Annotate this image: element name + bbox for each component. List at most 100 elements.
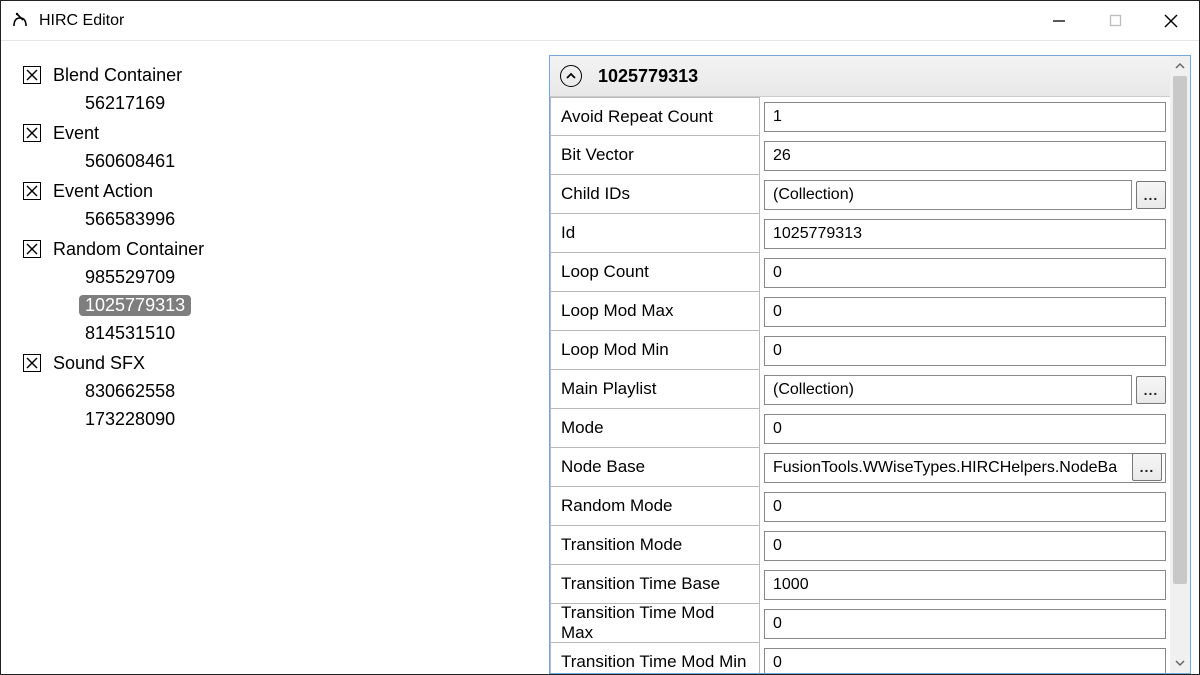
property-row: Loop Mod Max xyxy=(550,292,1170,331)
tree-group: Sound SFX 830662558 173228090 xyxy=(23,349,549,433)
property-row: Transition Mode xyxy=(550,526,1170,565)
property-value-input[interactable] xyxy=(764,297,1166,327)
scroll-down-icon[interactable] xyxy=(1170,653,1190,673)
collapse-icon[interactable] xyxy=(23,124,41,142)
property-label: Transition Mode xyxy=(550,526,760,565)
collapse-icon[interactable] xyxy=(23,66,41,84)
tree-item[interactable]: 566583996 xyxy=(23,205,549,233)
maximize-button[interactable] xyxy=(1087,1,1143,41)
property-label: Transition Time Mod Min xyxy=(550,643,760,673)
property-value-cell xyxy=(760,331,1170,370)
browse-button[interactable]: ... xyxy=(1136,181,1166,209)
vertical-scrollbar[interactable] xyxy=(1170,56,1190,673)
property-label: Child IDs xyxy=(550,175,760,214)
tree-item[interactable]: 830662558 xyxy=(23,377,549,405)
property-row: Loop Count xyxy=(550,253,1170,292)
collapse-icon[interactable] xyxy=(23,182,41,200)
property-value-input[interactable] xyxy=(764,648,1166,673)
property-value-cell xyxy=(760,565,1170,604)
property-panel: 1025779313 Avoid Repeat CountBit VectorC… xyxy=(549,55,1191,674)
property-value-cell xyxy=(760,97,1170,136)
property-label: Id xyxy=(550,214,760,253)
property-row: Avoid Repeat Count xyxy=(550,97,1170,136)
browse-button[interactable]: ... xyxy=(1136,376,1166,404)
property-label: Transition Time Mod Max xyxy=(550,604,760,643)
property-header[interactable]: 1025779313 xyxy=(550,56,1170,97)
property-value-input[interactable] xyxy=(764,492,1166,522)
property-value-cell xyxy=(760,292,1170,331)
scroll-thumb[interactable] xyxy=(1173,76,1187,584)
property-value-cell: ... xyxy=(760,370,1170,409)
property-row: Random Mode xyxy=(550,487,1170,526)
tree-item[interactable]: 1025779313 xyxy=(23,291,549,319)
property-label: Node Base xyxy=(550,448,760,487)
object-tree[interactable]: Blend Container 56217169 Event 560608461 xyxy=(1,41,549,674)
app-icon xyxy=(11,12,29,30)
property-value-input[interactable] xyxy=(764,375,1132,405)
property-value-input[interactable] xyxy=(764,141,1166,171)
tree-group-label: Event Action xyxy=(53,181,153,202)
property-row: Node Base... xyxy=(550,448,1170,487)
app-window: HIRC Editor Blend Container xyxy=(0,0,1200,675)
property-value-input[interactable] xyxy=(764,102,1166,132)
tree-group-header[interactable]: Sound SFX xyxy=(23,349,549,377)
property-value-input[interactable] xyxy=(764,609,1166,639)
chevron-up-icon[interactable] xyxy=(560,65,582,87)
property-value-input[interactable] xyxy=(764,258,1166,288)
property-row: Child IDs... xyxy=(550,175,1170,214)
property-value-input[interactable] xyxy=(764,414,1166,444)
property-value-cell: ... xyxy=(760,175,1170,214)
property-value-input[interactable] xyxy=(764,453,1166,483)
tree-item-label: 560608461 xyxy=(79,151,181,172)
collapse-icon[interactable] xyxy=(23,240,41,258)
property-header-title: 1025779313 xyxy=(598,66,698,87)
property-label: Bit Vector xyxy=(550,136,760,175)
collapse-icon[interactable] xyxy=(23,354,41,372)
tree-group: Random Container 985529709 1025779313 81… xyxy=(23,235,549,347)
tree-item[interactable]: 985529709 xyxy=(23,263,549,291)
property-value-input[interactable] xyxy=(764,336,1166,366)
property-value-cell xyxy=(760,253,1170,292)
tree-item-label: 1025779313 xyxy=(79,295,191,316)
window-title: HIRC Editor xyxy=(39,12,124,30)
property-row: Id xyxy=(550,214,1170,253)
property-label: Mode xyxy=(550,409,760,448)
property-row: Transition Time Mod Max xyxy=(550,604,1170,643)
property-value-cell xyxy=(760,487,1170,526)
property-row: Bit Vector xyxy=(550,136,1170,175)
property-value-input[interactable] xyxy=(764,531,1166,561)
property-label: Transition Time Base xyxy=(550,565,760,604)
tree-item-label: 985529709 xyxy=(79,267,181,288)
tree-group-header[interactable]: Event xyxy=(23,119,549,147)
tree-group-header[interactable]: Random Container xyxy=(23,235,549,263)
property-row: Main Playlist... xyxy=(550,370,1170,409)
tree-item-label: 814531510 xyxy=(79,323,181,344)
tree-item[interactable]: 814531510 xyxy=(23,319,549,347)
property-value-cell xyxy=(760,409,1170,448)
titlebar: HIRC Editor xyxy=(1,1,1199,41)
tree-group-header[interactable]: Blend Container xyxy=(23,61,549,89)
property-value-input[interactable] xyxy=(764,180,1132,210)
tree-item-label: 173228090 xyxy=(79,409,181,430)
property-value-input[interactable] xyxy=(764,570,1166,600)
tree-item[interactable]: 56217169 xyxy=(23,89,549,117)
property-content: 1025779313 Avoid Repeat CountBit VectorC… xyxy=(550,56,1170,673)
tree-item[interactable]: 560608461 xyxy=(23,147,549,175)
property-label: Main Playlist xyxy=(550,370,760,409)
tree-item[interactable]: 173228090 xyxy=(23,405,549,433)
tree-group-label: Sound SFX xyxy=(53,353,145,374)
property-label: Random Mode xyxy=(550,487,760,526)
body: Blend Container 56217169 Event 560608461 xyxy=(1,41,1199,674)
close-button[interactable] xyxy=(1143,1,1199,41)
scroll-up-icon[interactable] xyxy=(1170,56,1190,76)
tree-group-header[interactable]: Event Action xyxy=(23,177,549,205)
property-label: Avoid Repeat Count xyxy=(550,97,760,136)
scroll-track[interactable] xyxy=(1170,76,1190,653)
minimize-button[interactable] xyxy=(1031,1,1087,41)
property-rows: Avoid Repeat CountBit VectorChild IDs...… xyxy=(550,97,1170,673)
property-value-input[interactable] xyxy=(764,219,1166,249)
property-value-cell xyxy=(760,136,1170,175)
browse-button[interactable]: ... xyxy=(1132,453,1162,481)
property-value-cell: ... xyxy=(760,448,1170,487)
tree-group: Event Action 566583996 xyxy=(23,177,549,233)
